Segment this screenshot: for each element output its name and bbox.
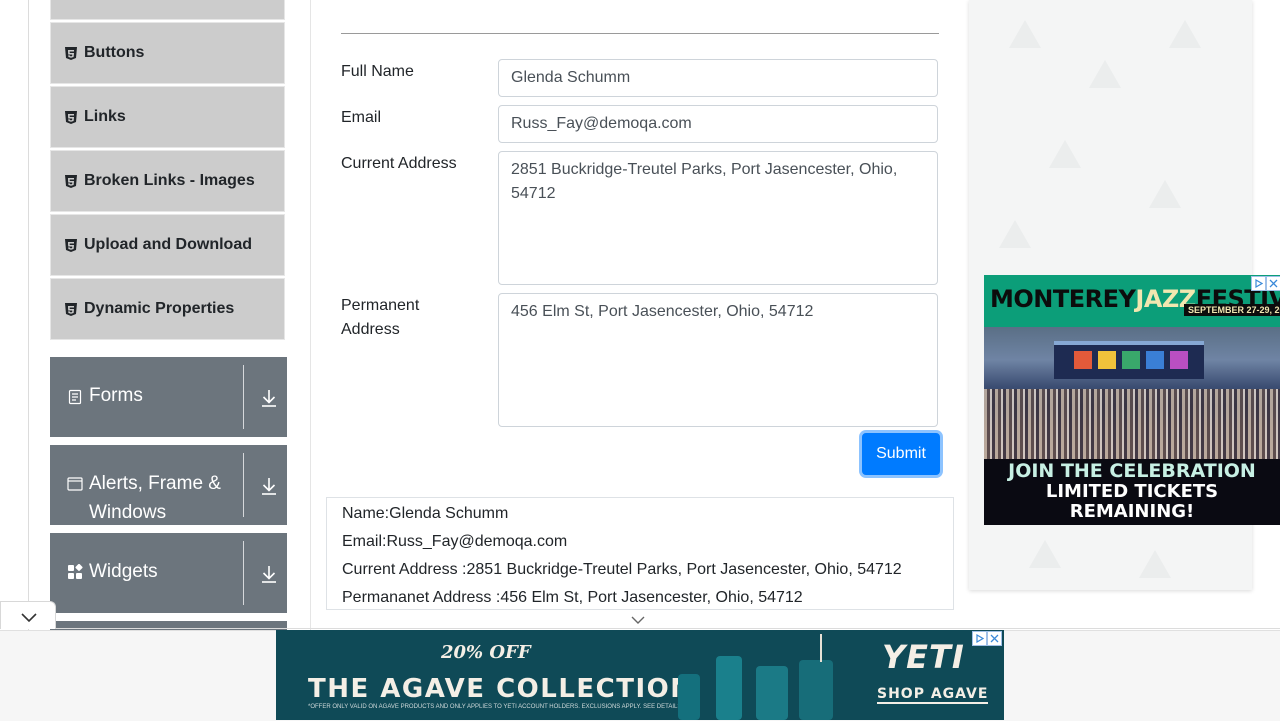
sidebar-item-label: Dynamic Properties [84,300,235,317]
html5-icon [65,110,77,124]
left-gutter-line [28,0,29,630]
resize-grip-icon[interactable] [929,418,935,424]
adchoices-icon[interactable] [1251,276,1266,291]
chevron-down-icon[interactable] [630,613,646,625]
submit-button[interactable]: Submit [862,433,940,475]
product-straw [820,634,822,662]
jazz-ad-crowd-photo [984,327,1280,459]
widgets-icon [67,563,83,580]
chevron-down-icon [21,610,37,628]
permanent-address-textarea[interactable]: 456 Elm St, Port Jasencester, Ohio, 5471… [498,293,938,427]
group-label: Forms [89,385,143,406]
close-ad-icon[interactable] [1266,276,1280,291]
product-tumbler [756,666,788,720]
html5-icon [65,174,77,188]
group-separator [243,541,244,605]
output-current-address: Current Address :2851 Buckridge-Treutel … [342,561,902,578]
sidebar-item-label: Links [84,108,126,125]
sidebar-group-widgets[interactable]: Widgets [50,533,287,613]
jazz-ad-header: MONTEREYJAZZFESTIVAL SEPTEMBER 27-29, 20… [984,275,1280,327]
group-label-line1: Alerts, Frame & [89,473,221,494]
download-icon[interactable] [260,388,278,408]
pattern-triangle [1169,20,1201,48]
sidebar-divider [310,0,311,630]
html5-icon [65,46,77,60]
collapse-line [0,628,1280,629]
group-label: Widgets [89,561,158,582]
product-bottle [678,674,700,720]
pattern-triangle [1139,550,1171,578]
current-address-value: 2851 Buckridge-Treutel Parks, Port Jasen… [511,161,898,202]
sidebar-item-buttons[interactable]: Buttons [50,22,285,84]
group-separator [243,453,244,517]
product-tumbler [799,660,833,720]
current-address-label: Current Address [341,155,457,172]
full-name-input[interactable] [498,59,938,97]
output-panel: Name:Glenda Schumm Email:Russ_Fay@demoqa… [326,497,954,610]
group-label-line2: Windows [89,502,167,523]
sidebar-item-links[interactable]: Links [50,86,285,148]
sidebar-group-forms[interactable]: Forms [50,357,287,437]
sidebar-item-label: Buttons [84,44,145,61]
permanent-address-label-line1: Permanent [341,297,420,314]
sidebar-item-upload-download[interactable]: Upload and Download [50,214,285,276]
sidebar-item-hidden[interactable] [50,0,285,20]
sidebar-item-label: Broken Links - Images [84,172,255,189]
pattern-triangle [1049,140,1081,168]
pattern-triangle [1029,540,1061,568]
full-name-label: Full Name [341,63,414,80]
pattern-triangle [1149,180,1181,208]
pattern-triangle [1009,20,1041,48]
window-icon [67,476,83,492]
jazz-ad-date: SEPTEMBER 27-29, 2024 [1184,304,1280,316]
yeti-ad[interactable]: 20% OFF THE AGAVE COLLECTION *OFFER ONLY… [276,630,1004,720]
form-top-rule [341,33,939,34]
permanent-address-value: 456 Elm St, Port Jasencester, Ohio, 5471… [511,303,814,320]
permanent-address-label-line2: Address [341,321,400,338]
yeti-ad-shop-link[interactable]: SHOP AGAVE [877,686,989,704]
download-icon[interactable] [260,476,278,496]
stage-shape [1054,341,1204,379]
collapse-toggle[interactable] [0,601,56,629]
yeti-ad-brand: YETI [882,638,965,676]
yeti-ad-headline: THE AGAVE COLLECTION [308,674,694,704]
output-permanent-address: Permananet Address :456 Elm St, Port Jas… [342,589,803,606]
sidebar-item-dynamic-properties[interactable]: Dynamic Properties [50,278,285,340]
email-label: Email [341,109,382,126]
resize-grip-icon[interactable] [929,276,935,282]
email-input[interactable] [498,105,938,143]
group-separator [243,365,244,429]
yeti-ad-discount: 20% OFF [441,642,531,663]
sidebar-item-broken-links[interactable]: Broken Links - Images [50,150,285,212]
jazz-festival-ad[interactable]: MONTEREYJAZZFESTIVAL SEPTEMBER 27-29, 20… [984,275,1280,525]
close-ad-icon[interactable] [987,631,1002,646]
html5-icon [65,302,77,316]
pattern-triangle [1089,60,1121,88]
yeti-ad-fine-print: *OFFER ONLY VALID ON AGAVE PRODUCTS AND … [308,704,684,710]
adchoices-icon[interactable] [972,631,987,646]
product-bottle [716,656,742,720]
document-icon [67,389,83,405]
download-icon[interactable] [260,564,278,584]
jazz-ad-cta: JOIN THE CELEBRATION LIMITED TICKETS REM… [1008,460,1256,522]
output-name: Name:Glenda Schumm [342,505,509,522]
sidebar-group-alerts-frame-windows[interactable]: Alerts, Frame & Windows [50,445,287,525]
pattern-triangle [999,220,1031,248]
output-email: Email:Russ_Fay@demoqa.com [342,533,568,550]
crowd-shape [984,389,1280,459]
sidebar-item-label: Upload and Download [84,236,252,253]
current-address-textarea[interactable]: 2851 Buckridge-Treutel Parks, Port Jasen… [498,151,938,285]
html5-icon [65,238,77,252]
